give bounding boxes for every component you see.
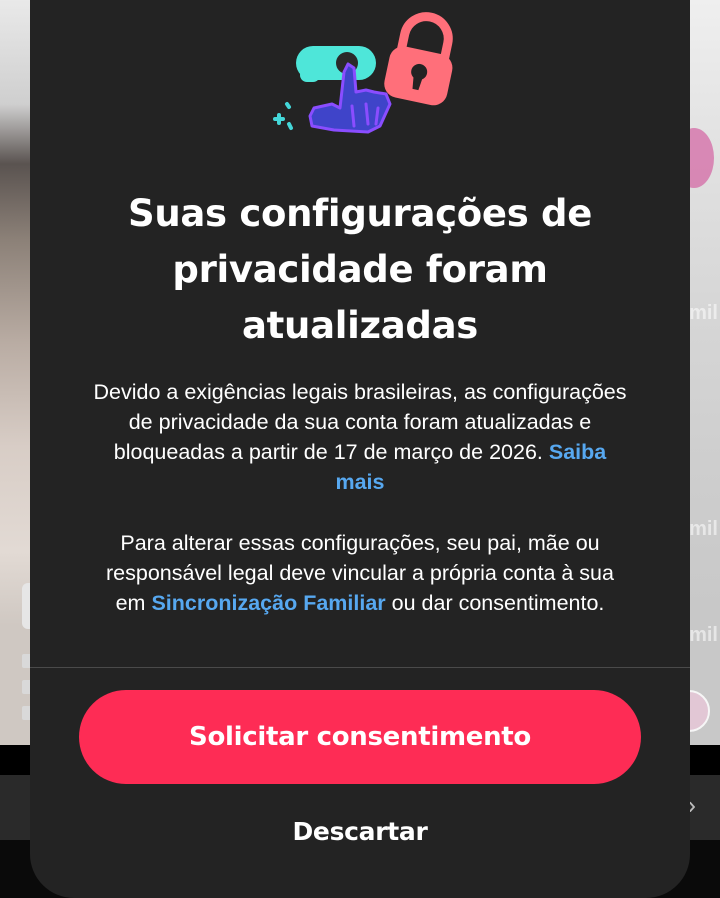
background-text-fragment: mil — [689, 518, 718, 540]
divider — [30, 667, 690, 668]
background-text-fragment: mil — [689, 302, 718, 324]
background-text-fragment: mil — [689, 624, 718, 646]
request-consent-button[interactable]: Solicitar consentimento — [79, 690, 641, 784]
dismiss-button[interactable]: Descartar — [210, 806, 510, 856]
family-pairing-link[interactable]: Sincronização Familiar — [151, 591, 385, 615]
padlock-icon — [384, 12, 453, 106]
consent-instructions-suffix: ou dar consentimento. — [391, 591, 605, 615]
privacy-update-modal: Suas configurações de privacidade foram … — [30, 0, 690, 898]
privacy-hero-illustration — [273, 12, 453, 134]
legal-notice-paragraph: Devido a exigências legais brasileiras, … — [90, 377, 630, 497]
consent-instructions-paragraph: Para alterar essas configurações, seu pa… — [90, 528, 630, 618]
modal-title: Suas configurações de privacidade foram … — [127, 192, 592, 347]
legal-notice-text: Devido a exigências legais brasileiras, … — [93, 380, 627, 464]
hand-pointer-icon — [296, 46, 392, 134]
sparkle-icon — [273, 102, 293, 130]
